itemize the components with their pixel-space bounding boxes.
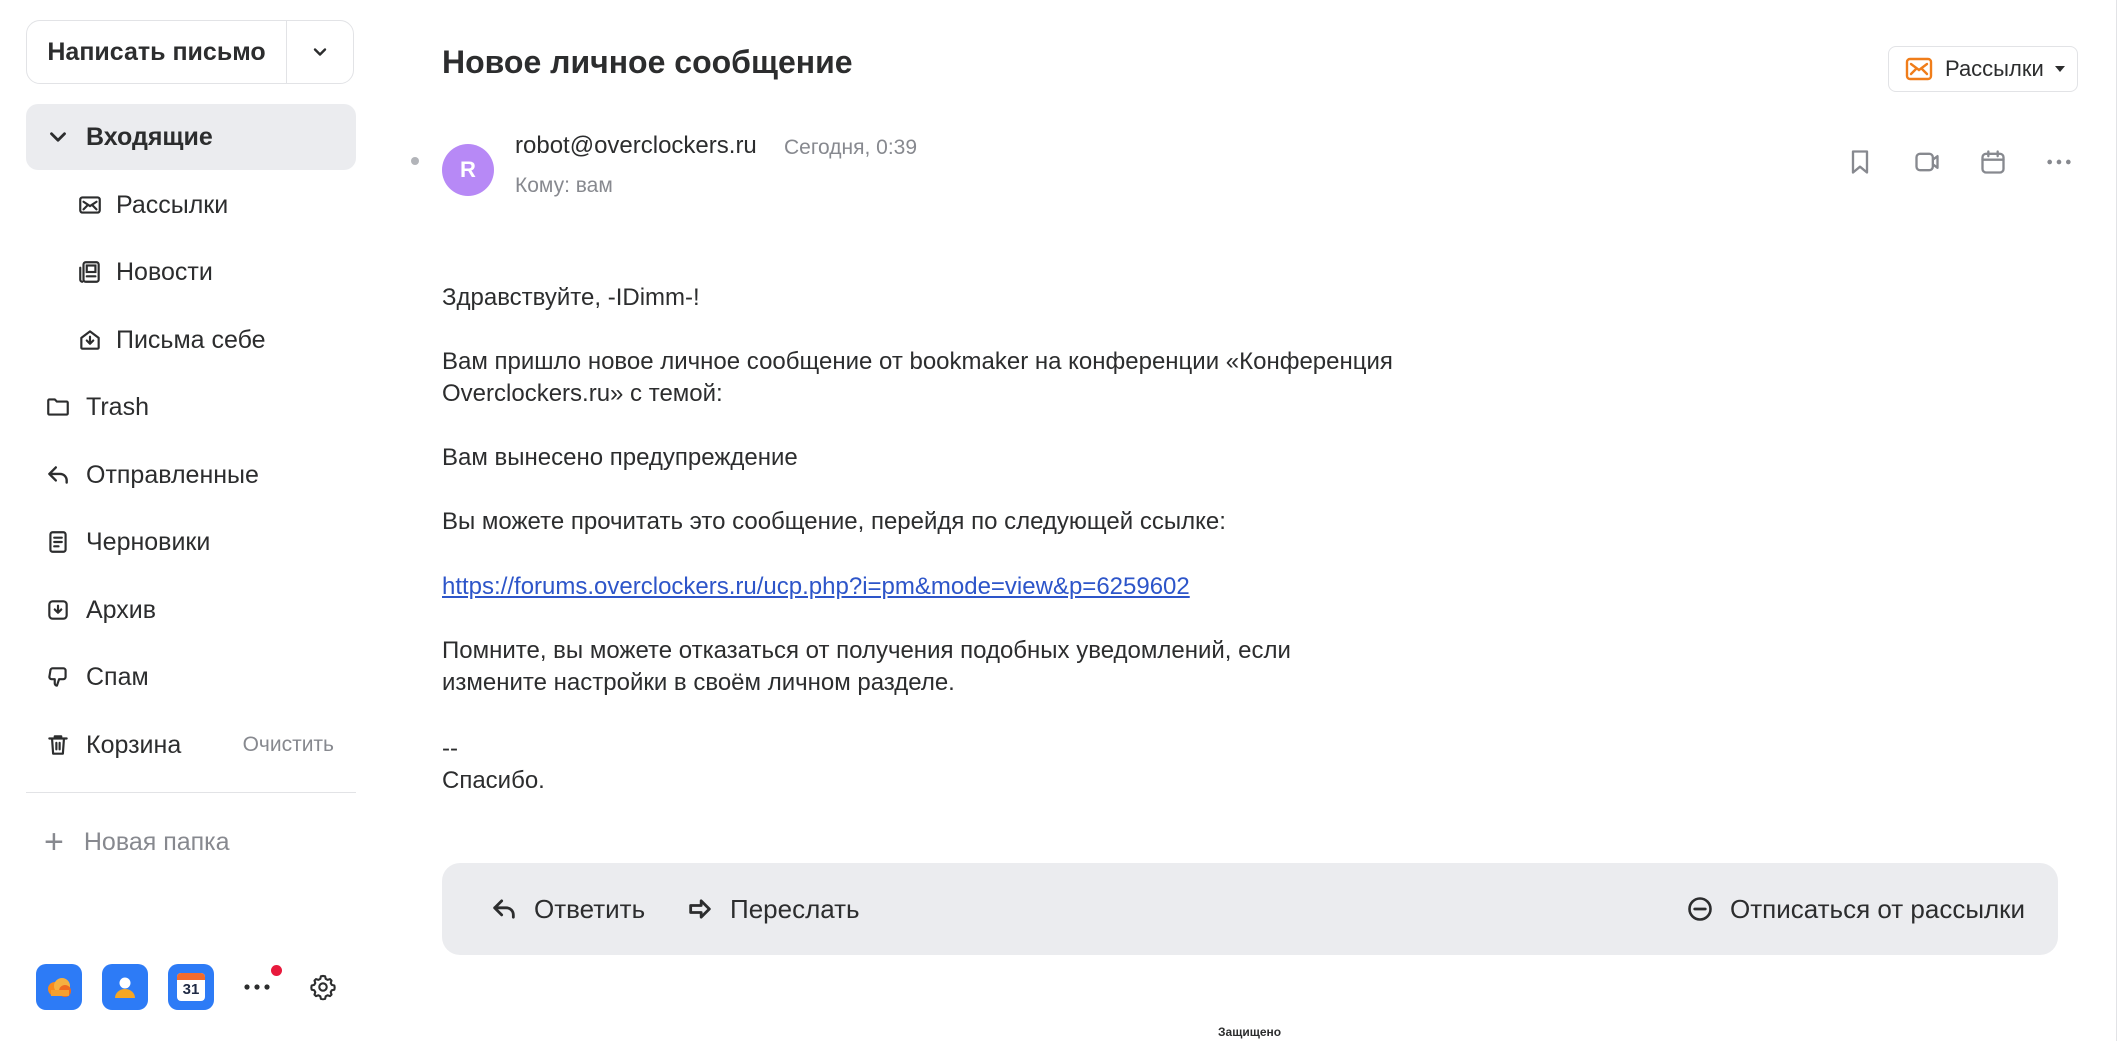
message-subject: Новое личное сообщение <box>442 44 853 80</box>
newsletter-icon <box>1905 57 1933 81</box>
cloud-icon <box>48 978 71 997</box>
scrollbar-track[interactable] <box>2116 0 2117 1041</box>
calendar-day: 31 <box>182 981 200 998</box>
contact-icon <box>115 977 135 998</box>
calendar-app-button[interactable]: 31 <box>168 964 214 1010</box>
minus-circle-icon <box>1688 897 1712 921</box>
message-date: Сегодня, 0:39 <box>784 136 918 159</box>
signature-thanks: Спасибо. <box>442 767 545 794</box>
sidebar-item-label: Рассылки <box>116 190 229 219</box>
more-actions-button[interactable] <box>2041 144 2077 180</box>
reply-icon <box>493 899 515 919</box>
sidebar-item-trash[interactable]: Корзина Очистить <box>26 712 356 778</box>
gear-icon <box>310 974 336 1001</box>
body-link-line: https://forums.overclockers.ru/ucp.php?i… <box>442 571 1442 603</box>
sidebar-item-label: Письма себе <box>116 325 266 354</box>
settings-button[interactable] <box>300 964 346 1010</box>
sender-email[interactable]: robot@overclockers.ru <box>515 132 757 160</box>
sidebar-item-label: Новости <box>116 257 213 286</box>
newsletter-label-button[interactable]: Рассылки <box>1888 46 2078 92</box>
body-line: Overclockers.ru» с темой: <box>442 380 723 407</box>
more-icon <box>2047 159 2071 165</box>
calendar-icon: 31 <box>177 973 205 1001</box>
body-signature: -- Спасибо. <box>442 733 1442 797</box>
drafts-icon <box>44 528 72 556</box>
sidebar-item-sent[interactable]: Отправленные <box>26 442 356 508</box>
sidebar-item-archive[interactable]: Архив <box>26 577 356 643</box>
forward-button[interactable]: Переслать <box>686 863 860 955</box>
cloud-app-button[interactable] <box>36 964 82 1010</box>
protected-status: Защищено <box>1218 1025 1282 1039</box>
unread-indicator[interactable] <box>411 157 419 165</box>
video-call-button[interactable] <box>1909 144 1945 180</box>
trash-icon <box>44 731 72 759</box>
plus-icon: + <box>44 823 64 861</box>
news-icon <box>76 258 104 286</box>
unsubscribe-button[interactable]: Отписаться от рассылки <box>1686 863 2025 955</box>
archive-icon <box>44 596 72 624</box>
body-paragraph-3: Помните, вы можете отказаться от получен… <box>442 635 1442 699</box>
compose-button[interactable]: Написать письмо <box>27 21 286 83</box>
folder-icon <box>44 393 72 421</box>
clear-trash-button[interactable]: Очистить <box>243 733 334 757</box>
new-folder-button[interactable]: + Новая папка <box>44 812 230 872</box>
calendar-icon <box>1981 150 2005 174</box>
body-paragraph-1: Вам пришло новое личное сообщение от boo… <box>442 346 1442 410</box>
reply-button[interactable]: Ответить <box>490 863 645 955</box>
forward-label: Переслать <box>730 893 860 924</box>
sidebar-item-newsletters[interactable]: Рассылки <box>26 172 356 238</box>
sender-avatar[interactable]: R <box>442 144 494 196</box>
sidebar-item-label: Спам <box>86 662 149 691</box>
sidebar-divider <box>26 792 356 793</box>
newsletter-icon <box>76 191 104 219</box>
forward-icon <box>689 899 711 919</box>
chevron-down-icon[interactable] <box>44 123 72 151</box>
more-icon <box>244 984 270 990</box>
reply-label: Ответить <box>534 893 646 924</box>
sidebar-item-label: Входящие <box>86 122 213 151</box>
video-icon <box>1915 152 1939 172</box>
label-button-text: Рассылки <box>1945 56 2044 81</box>
sidebar-item-label: Черновики <box>86 527 211 556</box>
chevron-down-icon <box>313 48 327 56</box>
body-greeting: Здравствуйте, -IDimm-! <box>442 284 700 311</box>
sidebar-item-inbox[interactable]: Входящие <box>26 104 356 170</box>
spam-icon <box>44 663 72 691</box>
new-folder-label: Новая папка <box>83 827 230 856</box>
sidebar-item-label: Отправленные <box>86 460 259 489</box>
notification-dot <box>271 965 282 976</box>
sidebar-item-trash-folder[interactable]: Trash <box>26 374 356 440</box>
body-topic: Вам вынесено предупреждение <box>442 444 798 471</box>
compose-group: Написать письмо <box>26 20 354 84</box>
body-line: Помните, вы можете отказаться от получен… <box>442 637 1291 664</box>
contacts-app-button[interactable] <box>102 964 148 1010</box>
sidebar-item-label: Корзина <box>86 730 182 759</box>
message-actions-bar: Ответить Переслать Отписаться от рассылк… <box>442 863 2058 955</box>
bookmark-button[interactable] <box>1842 144 1878 180</box>
body-line: измените настройки в своём личном раздел… <box>442 669 955 696</box>
sidebar-item-news[interactable]: Новости <box>26 239 356 305</box>
bookmark-icon <box>1851 150 1869 174</box>
compose-options-button[interactable] <box>287 21 353 83</box>
body-paragraph-2: Вы можете прочитать это сообщение, перей… <box>442 508 1226 535</box>
body-line: Вам пришло новое личное сообщение от boo… <box>442 348 1393 375</box>
sidebar-item-label: Архив <box>86 595 157 624</box>
caret-down-icon <box>2054 66 2065 72</box>
create-event-button[interactable] <box>1975 144 2011 180</box>
sidebar-item-label: Trash <box>86 392 149 421</box>
sidebar-item-drafts[interactable]: Черновики <box>26 509 356 575</box>
sent-icon <box>44 461 72 489</box>
self-letters-icon <box>76 326 104 354</box>
sidebar-item-self-letters[interactable]: Письма себе <box>26 307 356 373</box>
recipient-line[interactable]: Кому: вам <box>515 174 613 198</box>
sidebar-item-spam[interactable]: Спам <box>26 644 356 710</box>
unsubscribe-label: Отписаться от рассылки <box>1730 893 2026 924</box>
message-link[interactable]: https://forums.overclockers.ru/ucp.php?i… <box>442 573 1190 600</box>
signature-dash: -- <box>442 735 458 762</box>
